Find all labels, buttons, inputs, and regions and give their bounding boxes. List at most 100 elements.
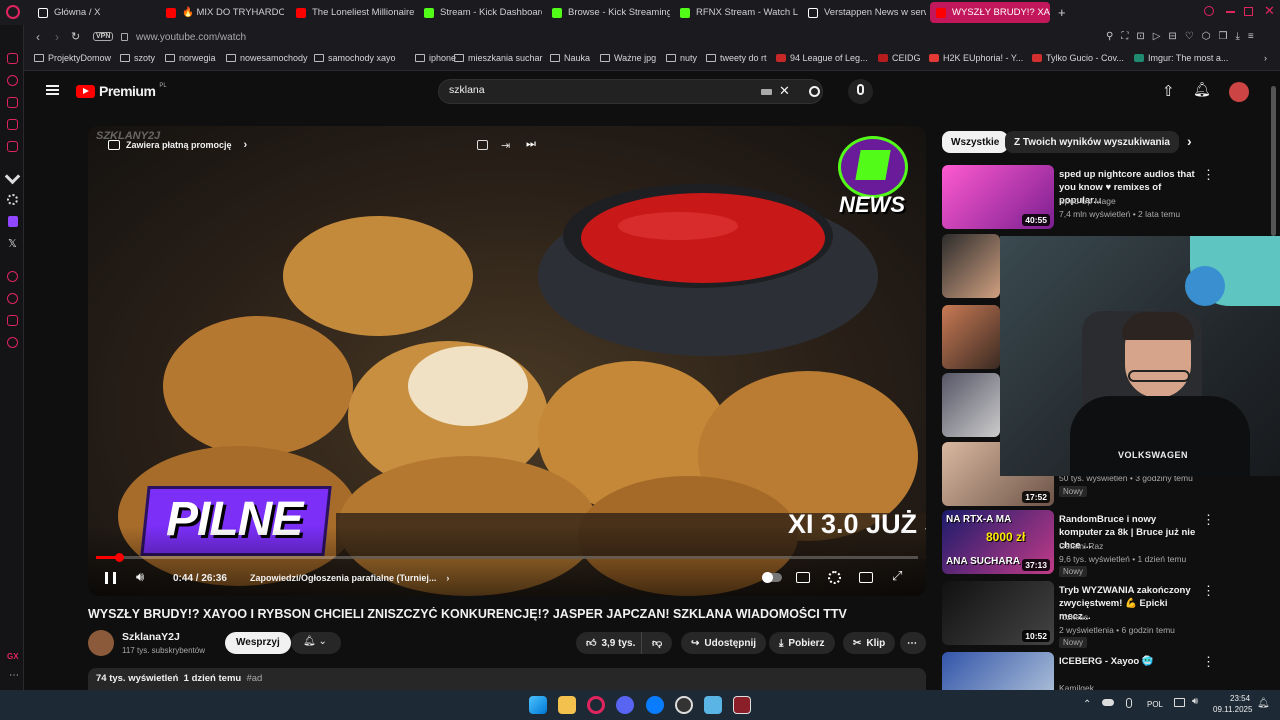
description-box[interactable]: 74 tys. wyświetleń 1 dzień temu #ad [88, 668, 926, 690]
avatar[interactable] [1229, 82, 1249, 102]
messenger-icon[interactable] [646, 696, 664, 714]
recommendation-channel[interactable]: Ostatni Raz [1059, 541, 1103, 551]
bookmark-item[interactable]: CEIDG [878, 53, 921, 63]
recommendation-title[interactable]: ICEBERG - Xayoo 🥶 [1059, 655, 1199, 668]
bookmarks-overflow-icon[interactable]: › [1264, 53, 1267, 63]
join-button[interactable]: Wesprzyj [225, 632, 291, 654]
url-field[interactable]: www.youtube.com/watch [136, 32, 246, 43]
opera-gx-taskbar-icon[interactable] [587, 696, 605, 714]
progress-bar[interactable] [96, 553, 918, 562]
obs-icon[interactable] [675, 696, 693, 714]
download-button[interactable]: ⤓ Pobierz [769, 632, 835, 654]
dislike-button[interactable]: 👎︎ [641, 632, 673, 654]
bookmark-item[interactable]: tweety do rt [706, 53, 767, 63]
subscribed-bell-button[interactable]: 🔔︎ ⌄ [291, 632, 341, 654]
share-button[interactable]: ↪ Udostępnij [681, 632, 767, 654]
browser-tab[interactable]: Verstappen News w serw [802, 2, 926, 23]
more-options-icon[interactable]: ⋮ [1202, 513, 1215, 526]
reload-icon[interactable]: ↻ [71, 30, 80, 43]
chips-next-icon[interactable]: › [1187, 133, 1192, 149]
more-options-icon[interactable]: ⋮ [1202, 655, 1215, 668]
wallet-icon[interactable]: ⊟ [1168, 31, 1176, 42]
sidebar-ai-icon[interactable] [7, 97, 18, 108]
like-button[interactable]: 👍︎ 3,9 tys. [576, 632, 646, 654]
sidebar-twitch-icon[interactable] [8, 216, 18, 227]
miniplayer-icon[interactable] [477, 140, 488, 150]
video-thumbnail[interactable]: 40:55 [942, 165, 1054, 229]
play-icon[interactable]: ▷ [1153, 31, 1161, 42]
clip-button[interactable]: ✂ Klip [843, 632, 896, 654]
discord-icon[interactable] [616, 696, 634, 714]
video-thumbnail[interactable]: 10:52 [942, 581, 1054, 645]
vpn-badge[interactable]: VPN [93, 32, 114, 41]
file-explorer-icon[interactable] [558, 696, 576, 714]
browser-tab[interactable]: Browse - Kick Streaming [546, 2, 670, 23]
sidebar-x-icon[interactable]: 𝕏 [8, 237, 17, 250]
volume-icon[interactable]: 🔊︎ [136, 569, 144, 585]
sidebar-history-icon[interactable] [7, 75, 18, 86]
search-tabs-icon[interactable] [1204, 6, 1214, 16]
minimize-button[interactable] [1226, 11, 1235, 13]
more-actions-button[interactable]: ⋯ [900, 632, 926, 654]
bookmark-item[interactable]: nuty [666, 53, 697, 63]
video-thumbnail[interactable] [942, 373, 1000, 437]
bookmark-item[interactable]: Tylko Gucio - Cov... [1032, 53, 1124, 63]
clear-search-icon[interactable]: ✕ [779, 83, 790, 99]
miniplayer-toggle-icon[interactable] [859, 572, 873, 583]
skip-next-icon[interactable]: ⏭︎ [526, 138, 536, 151]
pin-icon[interactable]: ⚲ [1106, 31, 1113, 42]
bookmark-item[interactable]: Nauka [550, 53, 590, 63]
volume-tray-icon[interactable]: 🔊︎ [1192, 696, 1198, 707]
recommendation-channel[interactable]: rozkess [1059, 612, 1088, 622]
browser-tab[interactable]: RFNX Stream - Watch Liv [674, 2, 798, 23]
bookmark-item[interactable]: ProjektyDomow [34, 53, 111, 63]
sidebar-wallet-icon[interactable] [7, 53, 18, 64]
sidebar-cube-icon[interactable] [7, 315, 18, 326]
browser-tab[interactable]: WYSZŁY BRUDY!? XA [930, 2, 1050, 23]
chapter-title[interactable]: Zapowiedzi/Ogłoszenia parafialne (Turnie… [250, 573, 449, 583]
recommendation-item[interactable]: NA RTX-A MA 8000 zł ANA SUCHARA 37:13 Random… [942, 510, 1264, 577]
chip-from-search[interactable]: Z Twoich wyników wyszukiwania [1005, 131, 1179, 153]
bookmark-item[interactable]: norwegia [165, 53, 216, 63]
sidebar-more-icon[interactable]: ⋯ [9, 670, 19, 681]
video-player[interactable]: SZKLANY2J Zawiera płatną promocję › ⇥ ⏭︎… [88, 126, 926, 596]
cube-icon[interactable]: ❒ [1219, 31, 1228, 42]
hamburger-menu-icon[interactable] [46, 85, 59, 95]
paid-promotion-notice[interactable]: Zawiera płatną promocję › [108, 139, 247, 151]
snapshot-icon[interactable]: ⛶ [1121, 31, 1128, 42]
channel-avatar[interactable] [88, 630, 114, 656]
sidebar-gx-icon[interactable]: GX [7, 652, 19, 661]
video-thumbnail[interactable] [942, 305, 1000, 369]
bookmark-item[interactable]: 94 League of Leg... [776, 53, 868, 63]
pause-button[interactable] [105, 572, 116, 584]
fullscreen-icon[interactable]: ⤢ [892, 568, 902, 584]
new-tab-button[interactable]: + [1058, 5, 1066, 20]
onedrive-icon[interactable] [1102, 699, 1114, 706]
video-thumbnail[interactable]: NA RTX-A MA 8000 zł ANA SUCHARA 37:13 [942, 510, 1054, 574]
settings-gear-icon[interactable] [828, 571, 841, 584]
recommendation-item[interactable]: 40:55 sped up nightcore audios that you k… [942, 165, 1264, 229]
subtitles-icon[interactable] [796, 572, 810, 583]
start-icon[interactable] [529, 696, 547, 714]
bookmark-item[interactable]: Ważne jpg [600, 53, 656, 63]
sidebar-tiktok-icon[interactable] [4, 168, 21, 185]
search-input[interactable] [449, 84, 749, 96]
bookmark-item[interactable]: Imgur: The most a... [1134, 53, 1228, 63]
sidebar-record-icon[interactable] [7, 271, 18, 282]
notifications-bell-icon[interactable]: 🔔︎ [1193, 81, 1211, 98]
mic-icon[interactable] [1126, 698, 1132, 708]
video-thumbnail[interactable] [942, 234, 1000, 298]
bookmark-item[interactable]: H2K EUphoria! - Y... [929, 53, 1023, 63]
close-window-button[interactable]: ✕ [1264, 3, 1275, 19]
more-options-icon[interactable]: ⋮ [1202, 168, 1215, 181]
search-box[interactable]: ✕ [438, 79, 823, 104]
language-indicator[interactable]: POL [1147, 700, 1163, 709]
bookmark-item[interactable]: samochody xayo [314, 53, 396, 63]
network-icon[interactable] [1174, 698, 1185, 707]
clock-date[interactable]: 09.11.2025 [1213, 705, 1252, 714]
bookmark-item[interactable]: nowesamochody [226, 53, 308, 63]
sidebar-gear-icon[interactable] [7, 337, 18, 348]
upload-icon[interactable]: ⇧ [1162, 82, 1175, 100]
tray-chevron-icon[interactable]: ⌃ [1083, 699, 1091, 710]
sidebar-messenger-icon[interactable] [7, 119, 18, 130]
